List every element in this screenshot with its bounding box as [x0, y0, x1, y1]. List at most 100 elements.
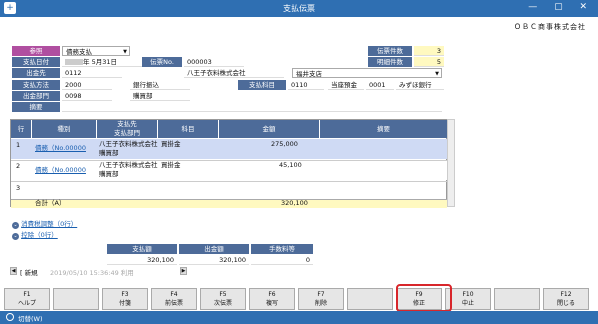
payee-code[interactable]: 0112	[62, 68, 122, 78]
fkey-label: ヘルプ	[17, 300, 36, 307]
col-payee: 支払先	[97, 120, 157, 129]
fkey-button[interactable]: F6 複写	[249, 288, 295, 310]
memo-field[interactable]	[62, 102, 442, 112]
tax-adjust-link[interactable]: 消費税調整（0行）	[21, 220, 77, 228]
prev-arrow-icon[interactable]: ◀	[10, 267, 17, 275]
payee-label: 出金先	[12, 68, 60, 78]
fkey-label: 前伝票	[164, 300, 183, 307]
fkey-number: F4	[170, 291, 178, 298]
summary-v2: 320,100	[179, 255, 249, 265]
method-name: 銀行振込	[130, 80, 190, 90]
total-row	[11, 199, 447, 208]
total-value: 320,100	[281, 199, 308, 207]
method-code[interactable]: 2000	[62, 80, 112, 90]
date-field[interactable]: 年 5月31日	[62, 57, 142, 67]
fkey-number: F1	[23, 291, 31, 298]
method-label: 支払方法	[12, 80, 60, 90]
ref-value: 債務支払	[66, 48, 92, 56]
dept-label: 出金部門	[12, 91, 60, 101]
slipno-label: 伝票No.	[142, 57, 182, 67]
fkey-button[interactable]: F1 ヘルプ	[4, 288, 50, 310]
fkey-number: F5	[219, 291, 227, 298]
fkey-number: F12	[560, 291, 572, 298]
fkey-label: 付箋	[118, 300, 131, 307]
chevron-down-icon: ▼	[435, 71, 439, 77]
window-controls[interactable]: — ▢ ✕	[528, 2, 594, 12]
tax-adjust[interactable]: ⌄ 消費税調整（0行）	[12, 218, 77, 229]
payee-branch-select[interactable]: 福井支店 ▼	[292, 68, 442, 78]
row-subject: 買掛金	[161, 161, 181, 169]
fkey-label: 閉じる	[556, 300, 575, 307]
fkey-button[interactable]	[494, 288, 540, 310]
summary-h3: 手数料等	[251, 244, 313, 254]
fkey-label: 次伝票	[213, 300, 232, 307]
payee-name: 八王子衣料株式会社	[184, 68, 284, 78]
row-subject: 買掛金	[161, 140, 181, 148]
fkey-button[interactable]: F5 次伝票	[200, 288, 246, 310]
detail-grid: 行 種別 支払先 支払部門 科目 金額 摘要 1 債務（No.00000 八王子…	[10, 119, 447, 208]
account-bank: みずほ銀行	[396, 80, 444, 90]
row-amount: 45,100	[279, 161, 302, 169]
row-no: 1	[16, 141, 21, 149]
account-code[interactable]: 0110	[288, 80, 324, 90]
fkey-button[interactable]: F12 閉じる	[543, 288, 589, 310]
dept-code[interactable]: 0098	[62, 91, 112, 101]
fkey-label: 複写	[265, 300, 278, 307]
deduct[interactable]: ⌄ 控除（0行）	[12, 229, 58, 240]
row-amount: 275,000	[271, 140, 298, 148]
fkey-button[interactable]: F3 付箋	[102, 288, 148, 310]
nav-timestamp: 2019/05/10 15:36:49 利用	[50, 269, 134, 277]
detail-value: 5	[414, 57, 444, 67]
account-name: 当座預金	[328, 80, 364, 90]
summary-h2: 出金額	[179, 244, 249, 254]
fkey-label: 中止	[461, 300, 474, 307]
ref-select[interactable]: 債務支払 ▼	[62, 46, 130, 56]
summary-v3: 0	[251, 255, 313, 265]
next-arrow-icon[interactable]: ▶	[180, 267, 187, 275]
account-label: 支払科目	[238, 80, 286, 90]
account-code2[interactable]: 0001	[366, 80, 394, 90]
grid-scrollbar[interactable]	[447, 119, 455, 207]
title-bar: + 支払伝票 — ▢ ✕	[0, 0, 598, 17]
memo-label: 摘要	[12, 102, 60, 112]
col-amount: 金額	[219, 120, 319, 138]
chevron-icon: ⌄	[12, 222, 19, 229]
deduct-link[interactable]: 控除（0行）	[21, 231, 58, 239]
row-payee: 八王子衣料株式会社	[99, 161, 158, 169]
col-subject: 科目	[158, 120, 218, 138]
fkey-button[interactable]: F4 前伝票	[151, 288, 197, 310]
row-kind-link[interactable]: 債務（No.00000	[35, 144, 86, 153]
fkey-number: F10	[462, 291, 474, 298]
col-memo: 摘要	[320, 120, 447, 138]
table-row[interactable]	[11, 181, 447, 199]
fkey-button[interactable]	[347, 288, 393, 310]
fkey-label: 削除	[314, 300, 327, 307]
col-dept: 支払部門	[97, 129, 157, 138]
row-dept: 購買部	[99, 149, 119, 157]
date-label: 支払日付	[12, 57, 60, 67]
switch-button[interactable]: 切替(W)	[18, 313, 43, 323]
company-name: ＯＢＣ商事株式会社	[514, 23, 586, 31]
col-kind: 種別	[32, 120, 96, 138]
nav-mode-text: 新規	[24, 269, 38, 277]
fkey-button[interactable]	[53, 288, 99, 310]
nav-mode: [ 新規	[20, 269, 38, 277]
chevron-down-icon: ▼	[123, 49, 127, 55]
chevron-icon: ⌄	[12, 233, 19, 240]
total-label: 合計（A）	[35, 199, 66, 207]
fkey-number: F7	[317, 291, 325, 298]
fkey-number: F3	[121, 291, 129, 298]
row-no: 2	[16, 162, 21, 170]
fkey-button[interactable]: F7 削除	[298, 288, 344, 310]
row-dept: 購買部	[99, 170, 119, 178]
count-label: 伝票件数	[368, 46, 412, 56]
row-no: 3	[16, 184, 21, 192]
dept-name: 購買部	[130, 91, 190, 101]
summary-h1: 支払額	[107, 244, 177, 254]
status-bar: 切替(W)	[0, 311, 598, 324]
slipno-field[interactable]: 000003	[184, 57, 244, 67]
window-title: 支払伝票	[283, 4, 315, 13]
switch-icon	[6, 313, 14, 321]
summary-v1: 320,100	[107, 255, 177, 265]
row-kind-link[interactable]: 債務（No.00000	[35, 166, 86, 175]
